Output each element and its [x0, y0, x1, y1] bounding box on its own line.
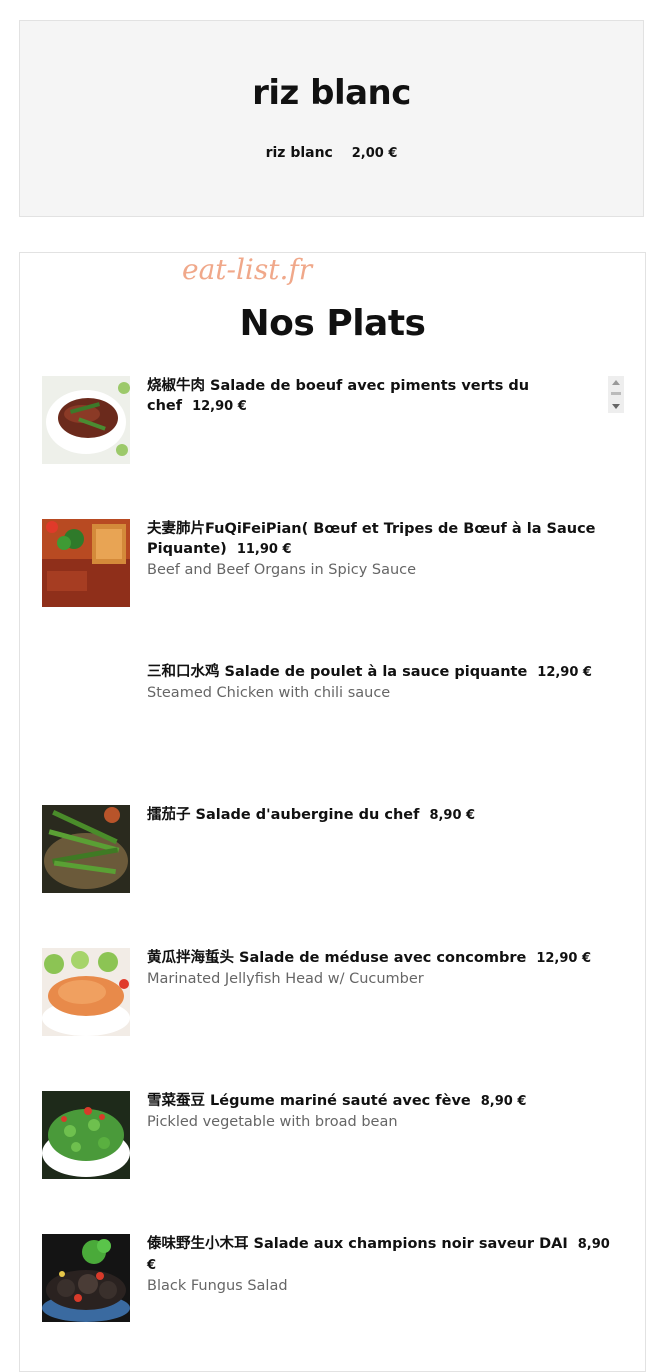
scroll-up-icon[interactable] [612, 380, 620, 385]
item-name: 黄瓜拌海蜇头 Salade de méduse avec concombre [147, 950, 527, 966]
menu-item[interactable]: 黄瓜拌海蜇头 Salade de méduse avec concombre 12… [42, 948, 624, 1038]
item-price: 11,90 € [236, 542, 292, 557]
menu-item[interactable]: 傣味野生小木耳 Salade aux champions noir saveur… [42, 1234, 624, 1324]
card-item-price: 2,00 € [351, 146, 398, 161]
dish-photo[interactable] [42, 1234, 130, 1322]
item-name: 傣味野生小木耳 Salade aux champions noir saveur… [147, 1236, 568, 1252]
item-description: Black Fungus Salad [147, 1278, 288, 1294]
scroll-thumb[interactable] [611, 392, 621, 395]
card-title: riz blanc [252, 73, 411, 113]
item-name: 夫妻肺片FuQiFeiPian( Bœuf et Tripes de Bœuf … [147, 521, 596, 557]
item-info: 雪菜蚕豆 Légume mariné sauté avec fève 8,90 €… [147, 1091, 617, 1132]
menu-item[interactable]: 烧椒牛肉 Salade de boeuf avec piments verts … [42, 376, 624, 466]
item-scrollbar[interactable] [608, 376, 624, 413]
item-price: 8,90 € [429, 808, 476, 823]
menu-item[interactable]: 三和口水鸡 Salade de poulet à la sauce piquan… [42, 662, 624, 752]
riz-blanc-card: riz blanc riz blanc 2,00 € [19, 20, 644, 217]
item-name-line: 夫妻肺片FuQiFeiPian( Bœuf et Tripes de Bœuf … [147, 519, 617, 560]
item-info: 傣味野生小木耳 Salade aux champions noir saveur… [147, 1234, 617, 1296]
card-item-name: riz blanc [265, 145, 333, 161]
menu-item[interactable]: 夫妻肺片FuQiFeiPian( Bœuf et Tripes de Bœuf … [42, 519, 624, 609]
item-description: Marinated Jellyfish Head w/ Cucumber [147, 971, 424, 987]
item-name-line: 擂茄子 Salade d'aubergine du chef 8,90 € [147, 805, 617, 826]
item-price: 12,90 € [537, 665, 592, 680]
item-name: 擂茄子 Salade d'aubergine du chef [147, 807, 420, 823]
menu-item[interactable]: 雪菜蚕豆 Légume mariné sauté avec fève 8,90 €… [42, 1091, 624, 1181]
item-name: 三和口水鸡 Salade de poulet à la sauce piquan… [147, 664, 528, 680]
section-title: Nos Plats [239, 303, 426, 344]
item-price: 12,90 € [536, 951, 592, 966]
item-name-line: 黄瓜拌海蜇头 Salade de méduse avec concombre 12… [147, 948, 617, 969]
item-info: 黄瓜拌海蜇头 Salade de méduse avec concombre 12… [147, 948, 617, 989]
dish-photo[interactable] [42, 519, 130, 607]
item-info: 夫妻肺片FuQiFeiPian( Bœuf et Tripes de Bœuf … [147, 519, 617, 580]
dish-photo[interactable] [42, 805, 130, 893]
item-name: 雪菜蚕豆 Légume mariné sauté avec fève [147, 1093, 471, 1109]
card-item-line: riz blanc 2,00 € [20, 145, 643, 161]
item-name-line: 傣味野生小木耳 Salade aux champions noir saveur… [147, 1234, 617, 1276]
item-name-line: 烧椒牛肉 Salade de boeuf avec piments verts … [147, 376, 617, 417]
watermark: eat-list.fr [182, 253, 313, 286]
item-info: 擂茄子 Salade d'aubergine du chef 8,90 € [147, 805, 617, 826]
item-price: 8,90 € [480, 1094, 527, 1109]
menu-card: eat-list.fr Nos Plats 烧椒牛肉 Salade de boe… [19, 252, 646, 1372]
dish-photo[interactable] [42, 948, 130, 1036]
item-info: 烧椒牛肉 Salade de boeuf avec piments verts … [147, 376, 617, 417]
item-description: Pickled vegetable with broad bean [147, 1114, 398, 1130]
scroll-down-icon[interactable] [612, 404, 620, 409]
dish-photo[interactable] [42, 376, 130, 464]
item-name-line: 三和口水鸡 Salade de poulet à la sauce piquan… [147, 662, 617, 683]
item-description: Steamed Chicken with chili sauce [147, 685, 391, 701]
dish-photo[interactable] [42, 1091, 130, 1179]
menu-item[interactable]: 擂茄子 Salade d'aubergine du chef 8,90 € [42, 805, 624, 895]
item-price: 12,90 € [192, 399, 247, 414]
item-info: 三和口水鸡 Salade de poulet à la sauce piquan… [147, 662, 617, 703]
item-description: Beef and Beef Organs in Spicy Sauce [147, 562, 417, 578]
item-name-line: 雪菜蚕豆 Légume mariné sauté avec fève 8,90 € [147, 1091, 617, 1112]
